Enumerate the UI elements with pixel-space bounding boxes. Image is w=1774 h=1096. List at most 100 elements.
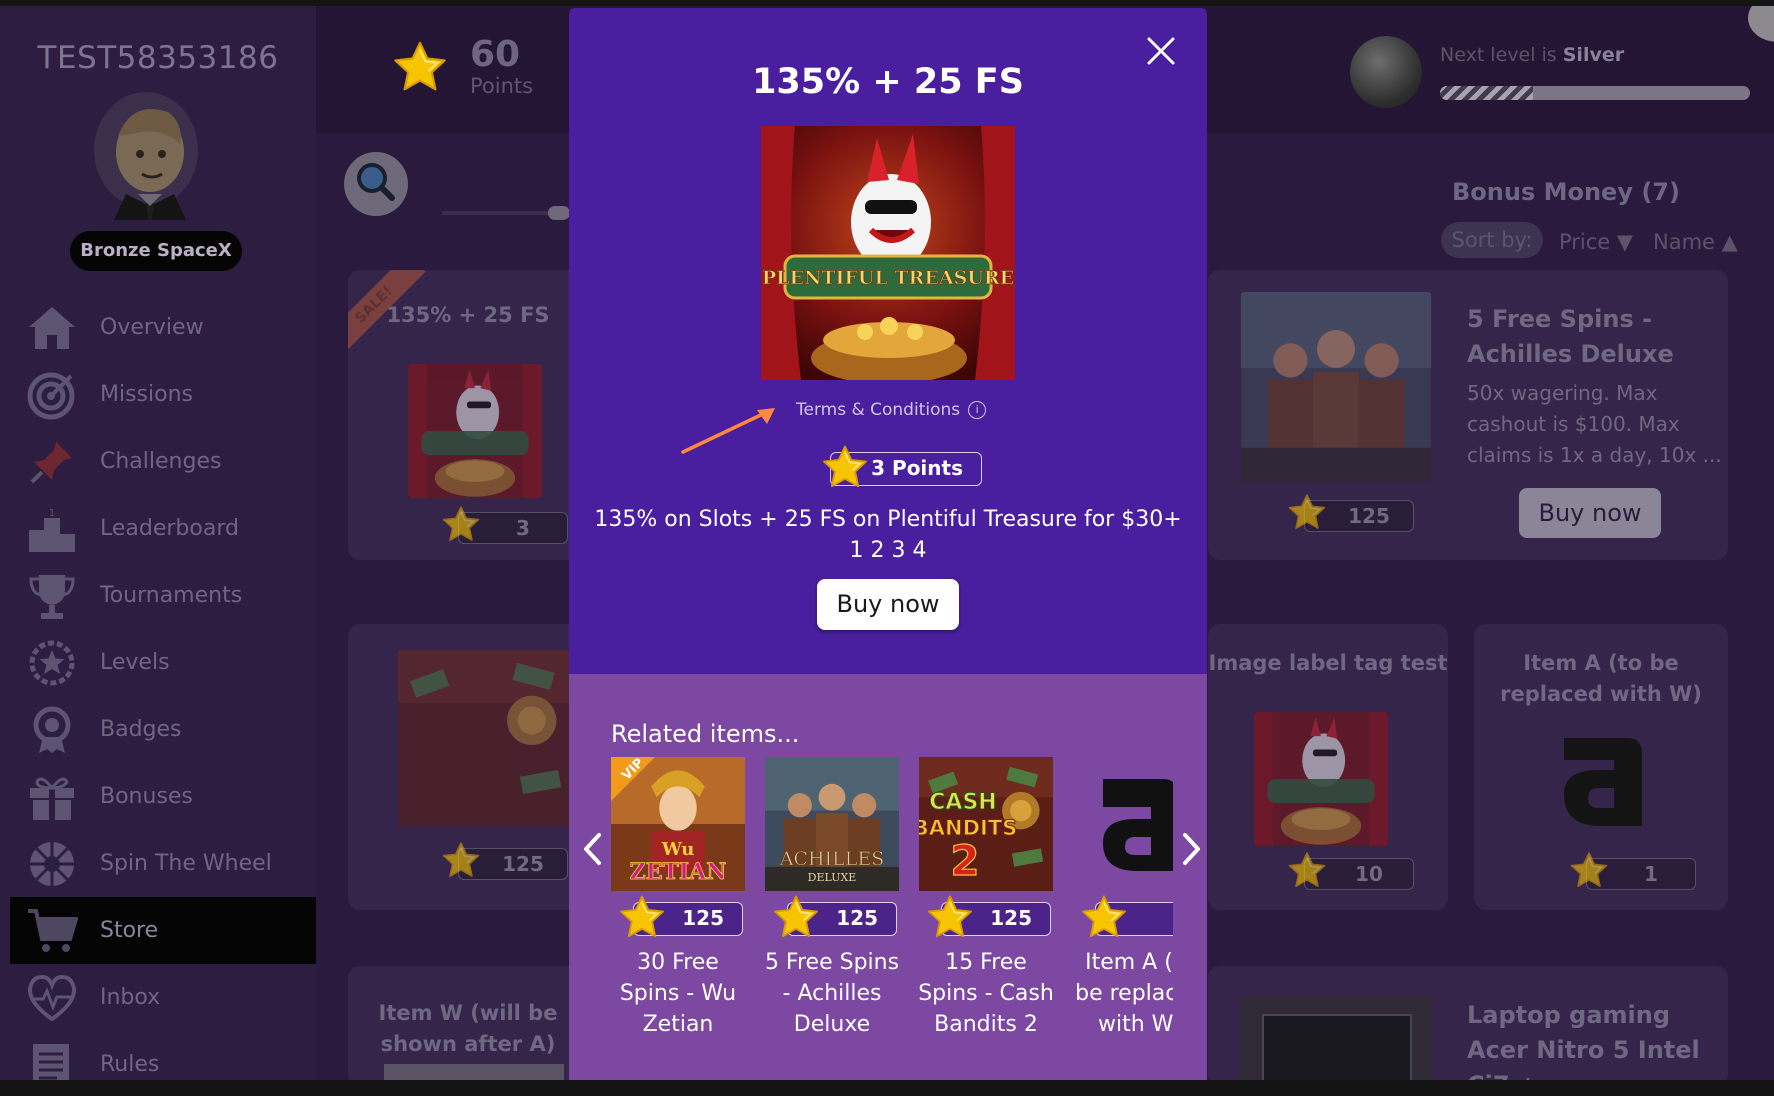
sidebar-item-label: Store <box>100 918 159 943</box>
tab-bonus-money[interactable]: Bonus Money (7) <box>1452 178 1680 206</box>
card-title: Image label tag test <box>1208 651 1448 675</box>
sidebar-item-rules[interactable]: Rules <box>10 1031 316 1080</box>
app-background: TEST58353186 Bronze SpaceX Overview Miss… <box>0 6 1774 1080</box>
sort-price-button[interactable]: Price ▼ <box>1559 230 1633 254</box>
star-icon <box>441 841 481 881</box>
card-title: 5 Free Spins - Achilles Deluxe <box>1467 305 1674 368</box>
level-progress-bar <box>1440 86 1750 100</box>
sidebar-item-spin-the-wheel[interactable]: Spin The Wheel <box>10 830 316 897</box>
card-image <box>408 364 542 498</box>
svg-text:CASH: CASH <box>929 790 996 815</box>
podium-icon: 1 <box>26 503 78 555</box>
sidebar-item-challenges[interactable]: Challenges <box>10 428 316 495</box>
star-icon <box>392 40 448 96</box>
info-icon[interactable]: i <box>968 401 987 419</box>
buy-now-button[interactable]: Buy now <box>817 579 959 630</box>
trophy-icon <box>26 570 78 622</box>
sidebar-item-tournaments[interactable]: Tournaments <box>10 562 316 629</box>
product-modal: 135% + 25 FS PLENTIFUL TREASURE Terms & … <box>569 8 1207 1080</box>
related-item-name: 30 Free Spins - Wu Zetian <box>619 950 737 1037</box>
target-icon <box>26 369 78 421</box>
sidebar-item-levels[interactable]: Levels <box>10 629 316 696</box>
card-title: Laptop gaming Acer Nitro 5 Intel Ci7 +..… <box>1467 1001 1700 1080</box>
store-card[interactable]: Image label tag test 10 <box>1208 624 1448 910</box>
username: TEST58353186 <box>37 40 279 76</box>
related-item-image: ACHILLES DELUXE <box>765 757 899 891</box>
level-badge: Bronze SpaceX <box>70 231 242 271</box>
svg-text:Wu: Wu <box>661 839 695 860</box>
medal-icon <box>26 704 78 756</box>
related-item-name: 5 Free Spins - Achilles Deluxe <box>764 950 900 1037</box>
search-button[interactable] <box>344 152 408 216</box>
related-price-badge: 125 <box>941 902 1051 936</box>
store-card[interactable]: Item W (will be shown after A) <box>348 966 588 1080</box>
price-badge: 3 <box>458 512 568 544</box>
related-price-badge: 125 <box>633 902 743 936</box>
card-image <box>1240 292 1432 482</box>
terms-link[interactable]: Terms & Conditions i <box>796 400 987 420</box>
sidebar-item-missions[interactable]: Missions <box>10 361 316 428</box>
star-icon <box>1287 851 1327 891</box>
sidebar-item-inbox[interactable]: Inbox <box>10 964 316 1031</box>
card-image <box>384 1064 564 1080</box>
related-item-image: VIP Wu ZETIAN <box>611 757 745 891</box>
level-progress-fill <box>1440 86 1533 100</box>
sidebar-item-label: Badges <box>100 717 182 742</box>
sidebar-item-label: Challenges <box>100 449 222 474</box>
sidebar-item-label: Inbox <box>100 985 161 1010</box>
store-card[interactable]: Item A (to be replaced with W) 1 <box>1474 624 1728 910</box>
sort-by-label: Sort by: <box>1441 222 1543 258</box>
sidebar-nav: Overview Missions Challenges 1 Leaderboa… <box>10 294 316 1080</box>
related-item-name: Item A (to be replaced with W) <box>1075 950 1173 1037</box>
star-gear-icon <box>26 637 78 689</box>
chevron-right-icon[interactable] <box>1181 832 1203 866</box>
points-value: 60 <box>470 34 521 75</box>
price-badge: 125 <box>458 848 568 880</box>
sort-name-button[interactable]: Name ▲ <box>1653 230 1738 254</box>
star-icon <box>618 894 666 942</box>
sidebar-item-bonuses[interactable]: Bonuses <box>10 763 316 830</box>
sidebar-item-label: Spin The Wheel <box>100 851 272 876</box>
price-badge: 1 <box>1586 858 1696 890</box>
points-label: Points <box>470 74 534 98</box>
card-description: 50x wagering. Max cashout is $100. Max c… <box>1467 381 1722 467</box>
sidebar-item-store[interactable]: Store <box>10 897 316 964</box>
card-title: Item A (to be replaced with W) <box>1500 651 1702 706</box>
card-buy-button[interactable]: Buy now <box>1519 488 1661 538</box>
gift-icon <box>26 771 78 823</box>
modal-points-label: 3 Points <box>871 456 963 480</box>
sidebar: TEST58353186 Bronze SpaceX Overview Miss… <box>0 6 316 1080</box>
related-carousel: VIP Wu ZETIAN 125 30 Free Spins - Wu Zet… <box>609 757 1173 1057</box>
next-level-text: Next level is Silver <box>1440 44 1625 66</box>
sidebar-item-leaderboard[interactable]: 1 Leaderboard <box>10 495 316 562</box>
wheel-icon <box>26 838 78 890</box>
store-card[interactable]: SALE! 135% + 25 FS 3 <box>348 270 588 560</box>
sidebar-item-label: Leaderboard <box>100 516 239 541</box>
user-avatar <box>94 92 198 220</box>
cart-icon <box>26 905 78 957</box>
svg-text:ZETIAN: ZETIAN <box>630 859 727 885</box>
document-icon <box>26 1039 78 1080</box>
store-card[interactable]: 125 <box>348 624 588 910</box>
modal-title: 135% + 25 FS <box>752 62 1024 102</box>
card-image <box>1254 712 1388 846</box>
star-icon <box>441 505 481 545</box>
related-price-badge: 1 <box>1095 902 1173 936</box>
star-icon <box>926 894 974 942</box>
category-slider-thumb[interactable] <box>548 206 570 220</box>
item-a-icon <box>1564 738 1642 826</box>
modal-product-image: PLENTIFUL TREASURE <box>761 126 1015 380</box>
star-icon <box>1080 894 1128 942</box>
card-image <box>398 644 574 832</box>
sidebar-item-overview[interactable]: Overview <box>10 294 316 361</box>
sidebar-item-label: Overview <box>100 315 204 340</box>
sidebar-item-badges[interactable]: Badges <box>10 696 316 763</box>
chevron-left-icon[interactable] <box>581 832 603 866</box>
terms-label: Terms & Conditions <box>796 400 961 420</box>
related-item-image: CASH BANDITS 2 <box>919 757 1053 891</box>
svg-text:ACHILLES: ACHILLES <box>779 848 884 870</box>
sidebar-item-label: Rules <box>100 1052 160 1077</box>
star-icon <box>1569 851 1609 891</box>
pushpin-icon <box>26 436 78 488</box>
home-icon <box>26 302 78 354</box>
